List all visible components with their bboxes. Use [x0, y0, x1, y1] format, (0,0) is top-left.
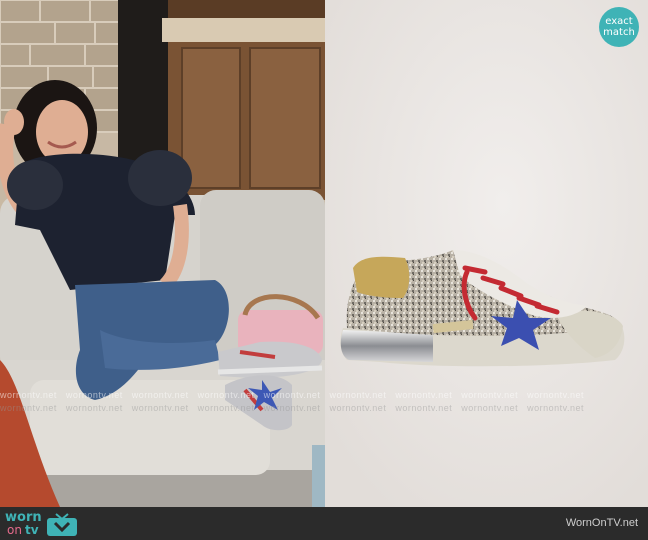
watermark-text: wornontv.net [527, 390, 584, 400]
watermark-text: wornontv.net [263, 403, 321, 413]
exact-match-line2: match [603, 27, 635, 38]
tv-icon [47, 513, 77, 536]
watermark-text: wornontv.net [461, 403, 519, 413]
watermark-text: wornontv.net [263, 390, 321, 400]
watermark-text: wornontv.net [461, 390, 519, 400]
watermark-text: wornontv.net [197, 390, 255, 400]
product-photo [325, 0, 648, 507]
wornontv-logo[interactable]: worn on tv [5, 511, 85, 537]
exact-match-badge: exact match [599, 7, 639, 47]
episode-scene-illustration [0, 0, 325, 507]
watermark-text: wornontv.net [197, 403, 255, 413]
watermark-text: wornontv.net [131, 403, 189, 413]
site-name[interactable]: WornOnTV.net [566, 517, 638, 529]
watermark-text: wornontv.net [395, 403, 453, 413]
watermark-text: wornontv.net [65, 403, 123, 413]
episode-photo [0, 0, 325, 507]
exact-match-line1: exact [605, 16, 633, 27]
watermark-text: wornontv.net [527, 403, 584, 413]
watermark-row: wornontv.net wornontv.net wornontv.net w… [0, 403, 648, 417]
watermark-text: wornontv.net [65, 390, 123, 400]
logo-on-text: on [7, 523, 22, 537]
watermark-text: wornontv.net [329, 390, 387, 400]
watermark-text: wornontv.net [395, 390, 453, 400]
watermark-text: wornontv.net [329, 403, 387, 413]
footer-bar: worn on tv WornOnTV.net [0, 507, 648, 540]
watermark-row: wornontv.net wornontv.net wornontv.net w… [0, 390, 648, 404]
sneaker-illustration [325, 0, 648, 507]
watermark-text: wornontv.net [0, 403, 57, 413]
watermark-text: wornontv.net [131, 390, 189, 400]
watermark-text: wornontv.net [0, 390, 57, 400]
logo-tv-text: tv [25, 523, 39, 537]
